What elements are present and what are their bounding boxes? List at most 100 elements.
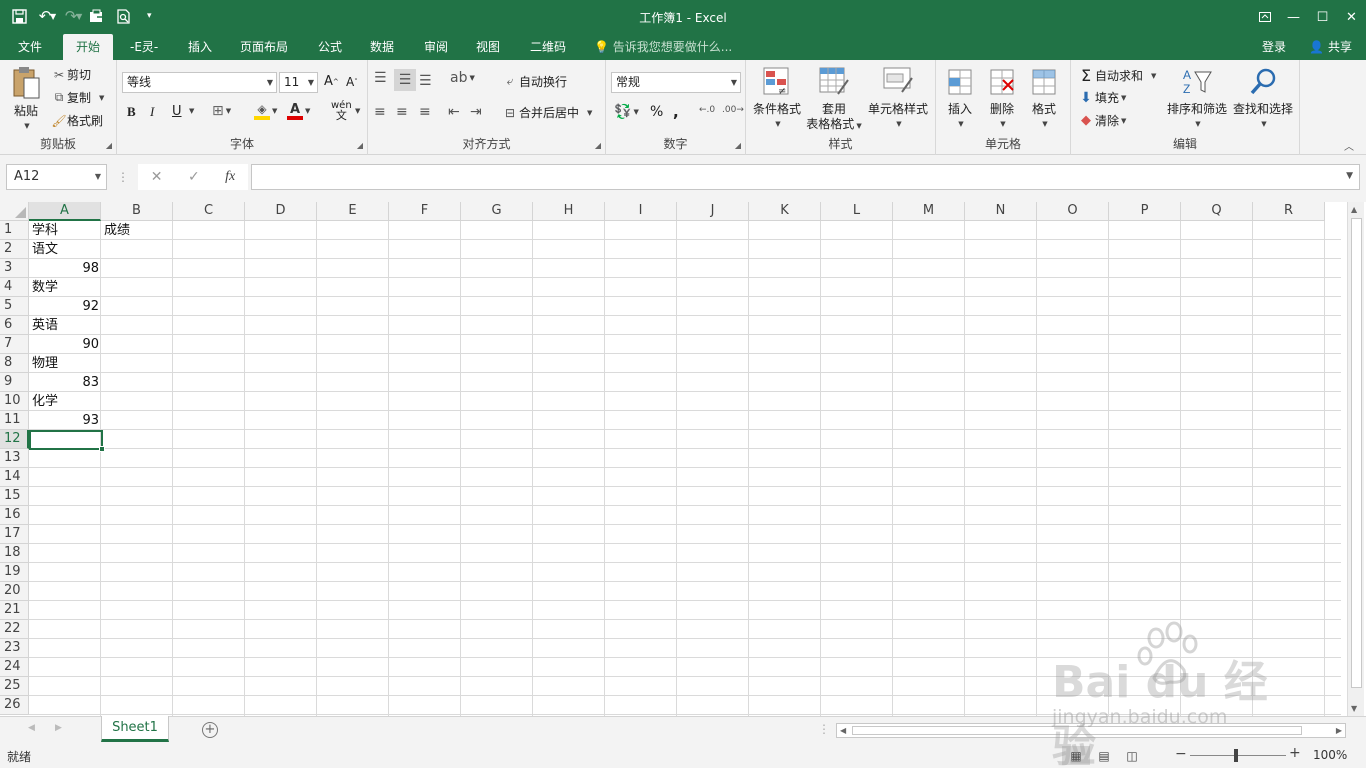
format-cells-button[interactable]: 格式 ▼ bbox=[1026, 66, 1062, 132]
row-header-5[interactable]: 5 bbox=[0, 297, 29, 316]
font-launcher-icon[interactable]: ◢ bbox=[357, 141, 363, 150]
row-header-1[interactable]: 1 bbox=[0, 221, 29, 240]
share-button[interactable]: 👤 共享 bbox=[1309, 34, 1352, 60]
row-header-11[interactable]: 11 bbox=[0, 411, 29, 430]
align-left-icon[interactable]: ≡ bbox=[374, 104, 386, 120]
increase-font-icon[interactable]: A ^ bbox=[324, 74, 339, 89]
paste-dropdown-icon[interactable]: ▼ bbox=[10, 119, 44, 134]
fill-dropdown-icon[interactable]: ▼ bbox=[1121, 94, 1126, 102]
align-center-icon[interactable]: ≡ bbox=[396, 104, 408, 120]
row-header-23[interactable]: 23 bbox=[0, 639, 29, 658]
name-box-dropdown-icon[interactable]: ▼ bbox=[95, 165, 101, 189]
row-header-7[interactable]: 7 bbox=[0, 335, 29, 354]
cell-a6[interactable]: 英语 bbox=[29, 316, 101, 335]
tab-review[interactable]: 审阅 bbox=[424, 34, 448, 60]
phonetic-guide-icon[interactable]: wén 文 bbox=[331, 101, 352, 122]
column-header-q[interactable]: Q bbox=[1181, 202, 1253, 221]
row-header-22[interactable]: 22 bbox=[0, 620, 29, 639]
italic-button[interactable]: I bbox=[150, 104, 154, 120]
copy-button[interactable]: ⧉ 复制 ▼ bbox=[51, 89, 105, 106]
column-header-h[interactable]: H bbox=[533, 202, 605, 221]
vertical-scrollbar[interactable]: ▲ ▼ bbox=[1347, 202, 1364, 716]
horizontal-scrollbar[interactable]: ◀ ▶ bbox=[836, 723, 1346, 738]
cell-a10[interactable]: 化学 bbox=[29, 392, 101, 411]
accounting-format-icon[interactable]: 💱 ▼ bbox=[614, 104, 639, 120]
sheet-tab-sheet1[interactable]: Sheet1 bbox=[101, 716, 169, 742]
bold-button[interactable]: B bbox=[127, 104, 136, 120]
clear-dropdown-icon[interactable]: ▼ bbox=[1121, 117, 1126, 125]
fill-handle[interactable] bbox=[99, 446, 105, 452]
cell-a9[interactable]: 83 bbox=[29, 373, 101, 392]
scroll-left-icon[interactable]: ◀ bbox=[840, 726, 846, 735]
orientation-icon[interactable]: ab ▼ bbox=[450, 70, 475, 86]
row-header-4[interactable]: 4 bbox=[0, 278, 29, 297]
merge-dropdown-icon[interactable]: ▼ bbox=[587, 109, 592, 117]
zoom-out-icon[interactable]: − bbox=[1175, 746, 1187, 762]
find-select-button[interactable]: 查找和选择 ▼ bbox=[1231, 66, 1295, 132]
column-header-o[interactable]: O bbox=[1037, 202, 1109, 221]
delete-cells-button[interactable]: 删除 ▼ bbox=[984, 66, 1020, 132]
row-header-2[interactable]: 2 bbox=[0, 240, 29, 259]
row-header-24[interactable]: 24 bbox=[0, 658, 29, 677]
column-header-e[interactable]: E bbox=[317, 202, 389, 221]
scroll-up-icon[interactable]: ▲ bbox=[1351, 205, 1357, 214]
cell-styles-button[interactable]: 单元格样式 ▼ bbox=[866, 66, 930, 132]
row-header-12[interactable]: 12 bbox=[0, 430, 29, 449]
align-right-icon[interactable]: ≡ bbox=[419, 104, 431, 120]
clipboard-launcher-icon[interactable]: ◢ bbox=[106, 141, 112, 150]
cancel-entry-icon[interactable]: ✕ bbox=[151, 169, 163, 185]
autosum-button[interactable]: Σ 自动求和 ▼ bbox=[1077, 66, 1156, 85]
column-header-b[interactable]: B bbox=[101, 202, 173, 221]
format-painter-button[interactable]: 🖌 格式刷 bbox=[51, 112, 103, 129]
row-header-17[interactable]: 17 bbox=[0, 525, 29, 544]
row-header-13[interactable]: 13 bbox=[0, 449, 29, 468]
cell-a4[interactable]: 数学 bbox=[29, 278, 101, 297]
column-header-a[interactable]: A bbox=[29, 202, 101, 221]
decrease-indent-icon[interactable]: ⇤ bbox=[448, 104, 460, 120]
underline-dropdown-icon[interactable]: ▼ bbox=[187, 107, 194, 115]
row-header-21[interactable]: 21 bbox=[0, 601, 29, 620]
scroll-down-icon[interactable]: ▼ bbox=[1351, 704, 1357, 713]
alignment-launcher-icon[interactable]: ◢ bbox=[595, 141, 601, 150]
name-box[interactable]: A12 ▼ bbox=[6, 164, 107, 190]
insert-function-icon[interactable]: fx bbox=[225, 169, 235, 185]
zoom-slider[interactable] bbox=[1190, 755, 1286, 756]
tab-home[interactable]: 开始 bbox=[63, 34, 114, 60]
cell-a7[interactable]: 90 bbox=[29, 335, 101, 354]
phonetic-dropdown-icon[interactable]: ▼ bbox=[353, 107, 360, 115]
cell-a2[interactable]: 语文 bbox=[29, 240, 101, 259]
border-icon[interactable]: ⊞ ▼ bbox=[212, 103, 231, 119]
copy-dropdown-icon[interactable]: ▼ bbox=[99, 94, 104, 102]
cell-b1[interactable]: 成绩 bbox=[101, 221, 173, 240]
insert-cells-button[interactable]: 插入 ▼ bbox=[942, 66, 978, 132]
underline-button[interactable]: U bbox=[172, 104, 182, 119]
page-break-view-icon[interactable]: ◫ bbox=[1118, 746, 1146, 765]
row-header-3[interactable]: 3 bbox=[0, 259, 29, 278]
zoom-level[interactable]: 100% bbox=[1313, 748, 1347, 762]
format-as-table-button[interactable]: 套用 表格格式 ▼ bbox=[804, 66, 864, 134]
fill-button[interactable]: ⬇ 填充 ▼ bbox=[1077, 89, 1126, 106]
sort-filter-button[interactable]: AZ 排序和筛选 ▼ bbox=[1165, 66, 1229, 132]
vertical-scroll-thumb[interactable] bbox=[1351, 218, 1362, 688]
tab-eling[interactable]: -E灵- bbox=[130, 34, 158, 60]
clear-button[interactable]: ◆ 清除 ▼ bbox=[1077, 112, 1126, 129]
prev-sheet-icon[interactable]: ◀ bbox=[28, 723, 35, 733]
increase-decimal-icon[interactable]: ←.0 bbox=[699, 105, 715, 115]
horizontal-scroll-thumb[interactable] bbox=[852, 726, 1302, 735]
tab-view[interactable]: 视图 bbox=[476, 34, 500, 60]
formula-bar-splitter[interactable]: ⋮ bbox=[117, 170, 129, 184]
tab-data[interactable]: 数据 bbox=[370, 34, 394, 60]
conditional-formatting-button[interactable]: ≠ 条件格式 ▼ bbox=[750, 66, 804, 132]
confirm-entry-icon[interactable]: ✓ bbox=[188, 169, 200, 185]
column-header-g[interactable]: G bbox=[461, 202, 533, 221]
column-header-k[interactable]: K bbox=[749, 202, 821, 221]
decrease-decimal-icon[interactable]: .00→ bbox=[722, 105, 744, 115]
scroll-right-icon[interactable]: ▶ bbox=[1336, 726, 1342, 735]
tab-split-handle[interactable]: ⋮ bbox=[818, 722, 830, 736]
tell-me-box[interactable]: 💡 告诉我您想要做什么... bbox=[594, 34, 732, 60]
column-header-m[interactable]: M bbox=[893, 202, 965, 221]
row-header-16[interactable]: 16 bbox=[0, 506, 29, 525]
font-size-select[interactable]: 11 ▼ bbox=[279, 72, 318, 93]
percent-icon[interactable]: % bbox=[650, 104, 663, 120]
row-header-9[interactable]: 9 bbox=[0, 373, 29, 392]
